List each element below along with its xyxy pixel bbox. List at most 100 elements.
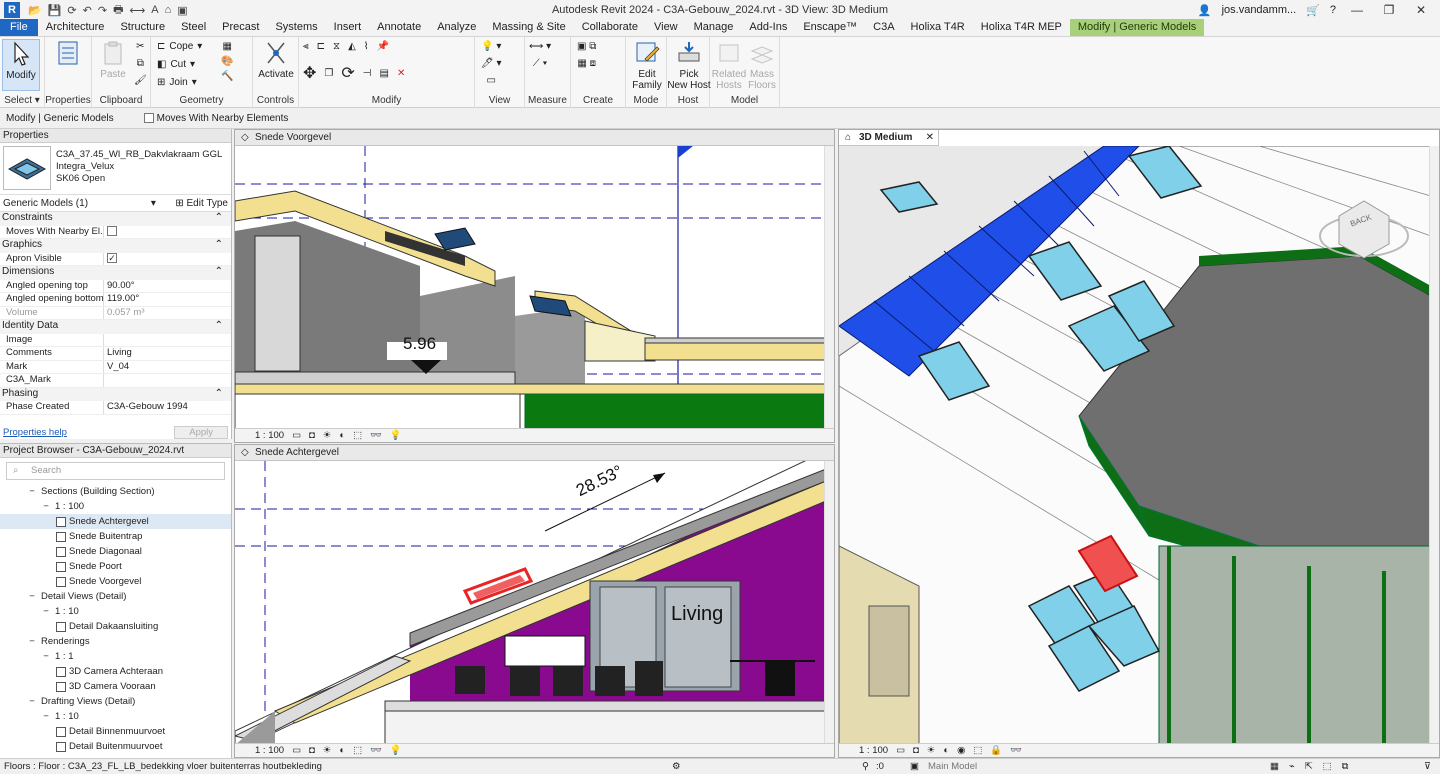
revit-logo-icon[interactable]: R: [4, 2, 20, 18]
restore-icon[interactable]: ❐: [1378, 3, 1400, 17]
split-face-icon[interactable]: ▦: [223, 41, 232, 52]
user-name[interactable]: jos.vandamm...: [1222, 4, 1297, 16]
prop-apron-checkbox[interactable]: [104, 252, 231, 266]
user-icon[interactable]: 👤: [1198, 4, 1212, 17]
browser-view-item[interactable]: 3D Camera Achteraan: [0, 664, 231, 679]
selection-filter-icons[interactable]: ▦⌁⇱⬚⧉: [1270, 759, 1358, 774]
properties-button[interactable]: [49, 39, 87, 91]
collapse-icon[interactable]: −: [42, 649, 50, 664]
paste-button[interactable]: Paste: [94, 39, 132, 91]
pin-icon[interactable]: 📌: [377, 41, 389, 52]
paint-icon[interactable]: 🎨: [221, 56, 233, 67]
prop-moves-with-checkbox[interactable]: [104, 225, 231, 239]
scale-selector[interactable]: 1 : 100: [255, 429, 284, 442]
demolish-icon[interactable]: 🔨: [221, 71, 233, 82]
view-3d-medium[interactable]: ⌂ 3D Medium ✕ BACK 1: 100 ▭ ◘ ☀ ◐ ◉ ⬚ 🔒…: [838, 129, 1440, 758]
view-tab-title[interactable]: Snede Voorgevel: [255, 132, 331, 143]
redo-icon[interactable]: ↷: [98, 4, 107, 17]
copy-icon[interactable]: ⧉: [137, 58, 144, 69]
related-hosts-button[interactable]: Related Hosts: [712, 39, 746, 91]
align-icon[interactable]: ⫷: [303, 41, 309, 52]
offset-icon[interactable]: ⊏: [317, 41, 325, 52]
tab-precast[interactable]: Precast: [214, 19, 267, 36]
group-constraints[interactable]: Constraints ⌃: [0, 212, 231, 226]
type-selector[interactable]: C3A_37.45_WI_RB_Dakvlakraam GGL Integra_…: [0, 143, 231, 195]
copy-element-icon[interactable]: ❐: [324, 68, 333, 79]
measure-icon[interactable]: ⟷: [129, 4, 145, 17]
collapse-icon[interactable]: −: [42, 499, 50, 514]
visual-style-icon[interactable]: ◘: [913, 744, 919, 757]
browser-view-item[interactable]: 3D Camera Vooraan: [0, 679, 231, 694]
cope-button[interactable]: ⊏ Cope ▾: [157, 41, 202, 52]
browser-view-item[interactable]: Snede Achtergevel: [0, 514, 231, 529]
split-icon[interactable]: ⌇: [364, 41, 369, 52]
tab-view[interactable]: View: [646, 19, 686, 36]
delete-icon[interactable]: ✕: [397, 68, 405, 79]
prop-value[interactable]: V_04: [104, 361, 231, 374]
browser-group-item[interactable]: −1 : 100: [0, 499, 231, 514]
reveal-icon[interactable]: 💡: [390, 429, 402, 442]
browser-view-item[interactable]: Snede Voorgevel: [0, 574, 231, 589]
panel-label-select[interactable]: Select ▾: [0, 95, 44, 106]
filter-icon[interactable]: ⊽: [1424, 759, 1431, 774]
tab-annotate[interactable]: Annotate: [369, 19, 429, 36]
home-icon[interactable]: ⌂: [165, 4, 172, 16]
crop-icon[interactable]: ⬚: [353, 744, 362, 757]
browser-view-item[interactable]: Detail Dakaansluiting: [0, 619, 231, 634]
open-icon[interactable]: 📂: [28, 4, 42, 17]
close-view-icon[interactable]: ✕: [926, 130, 934, 146]
cut-button[interactable]: ◧ Cut ▾: [157, 59, 195, 70]
crop-icon[interactable]: ⬚: [353, 429, 362, 442]
activate-button[interactable]: Activate: [257, 39, 295, 91]
temp-hide-icon[interactable]: 👓: [370, 429, 382, 442]
prop-value[interactable]: [104, 374, 231, 387]
undo-icon[interactable]: ↶: [83, 4, 92, 17]
hide-icon[interactable]: 💡 ▾: [481, 41, 501, 52]
browser-group-item[interactable]: −1 : 10: [0, 709, 231, 724]
browser-group-item[interactable]: −1 : 10: [0, 604, 231, 619]
text-icon[interactable]: A: [151, 4, 158, 16]
design-options-icon[interactable]: ▣: [910, 759, 919, 774]
mirror-pick-icon[interactable]: ⧖: [333, 41, 340, 52]
worksets-icon[interactable]: ⚲: [862, 759, 869, 774]
browser-group-item[interactable]: − Sections (Building Section): [0, 484, 231, 499]
tab-modify-generic-models[interactable]: Modify | Generic Models: [1069, 19, 1205, 36]
rotate-icon[interactable]: ⟳: [341, 63, 354, 83]
tab-massing-site[interactable]: Massing & Site: [484, 19, 573, 36]
instance-filter-dropdown[interactable]: Generic Models (1) ▾: [3, 198, 156, 209]
tab-enscape[interactable]: Enscape™: [795, 19, 865, 36]
sun-path-icon[interactable]: ☀: [927, 744, 936, 757]
apply-button[interactable]: Apply: [174, 425, 228, 439]
browser-view-item[interactable]: Snede Buitentrap: [0, 529, 231, 544]
detail-level-icon[interactable]: ▭: [292, 744, 301, 757]
prop-value[interactable]: 90.00°: [104, 280, 231, 293]
render-icon[interactable]: ◉: [957, 744, 965, 757]
detail-level-icon[interactable]: ▭: [896, 744, 905, 757]
prop-value[interactable]: [104, 334, 231, 347]
moves-with-nearby-checkbox[interactable]: Moves With Nearby Elements: [143, 113, 288, 124]
active-model[interactable]: Main Model: [928, 759, 977, 774]
visual-style-icon[interactable]: ◘: [309, 429, 315, 442]
move-icon[interactable]: ✥: [303, 63, 316, 83]
scale-selector[interactable]: 1 : 100: [859, 744, 888, 757]
vertical-scrollbar[interactable]: [824, 146, 834, 428]
linework-icon[interactable]: ▭: [487, 75, 496, 86]
prop-value[interactable]: 119.00°: [104, 293, 231, 306]
help-icon[interactable]: ?: [1330, 4, 1336, 16]
collapse-icon[interactable]: −: [28, 589, 36, 604]
room-tag[interactable]: Living: [671, 603, 723, 626]
match-type-icon[interactable]: 🖌: [134, 75, 147, 86]
modify-button[interactable]: Modify: [2, 39, 40, 91]
group-phasing[interactable]: Phasing ⌃: [0, 387, 231, 401]
dimension-icon[interactable]: ⟋ ▾: [533, 58, 548, 69]
collapse-icon[interactable]: −: [42, 709, 50, 724]
mirror-draw-icon[interactable]: ◭: [348, 41, 356, 52]
view-snede-voorgevel[interactable]: ◇ Snede Voorgevel 5.96 1: 100 ▭ ◘ ☀ ◐ ⬚…: [234, 129, 835, 443]
temp-hide-icon[interactable]: 👓: [1010, 744, 1022, 757]
group-graphics[interactable]: Graphics ⌃: [0, 239, 231, 253]
tab-add-ins[interactable]: Add-Ins: [741, 19, 795, 36]
switch-windows-icon[interactable]: ▣: [177, 4, 187, 17]
override-icon[interactable]: 🖊 ▾: [481, 58, 502, 69]
tab-file[interactable]: File: [0, 19, 38, 36]
vertical-scrollbar[interactable]: [1429, 146, 1439, 743]
